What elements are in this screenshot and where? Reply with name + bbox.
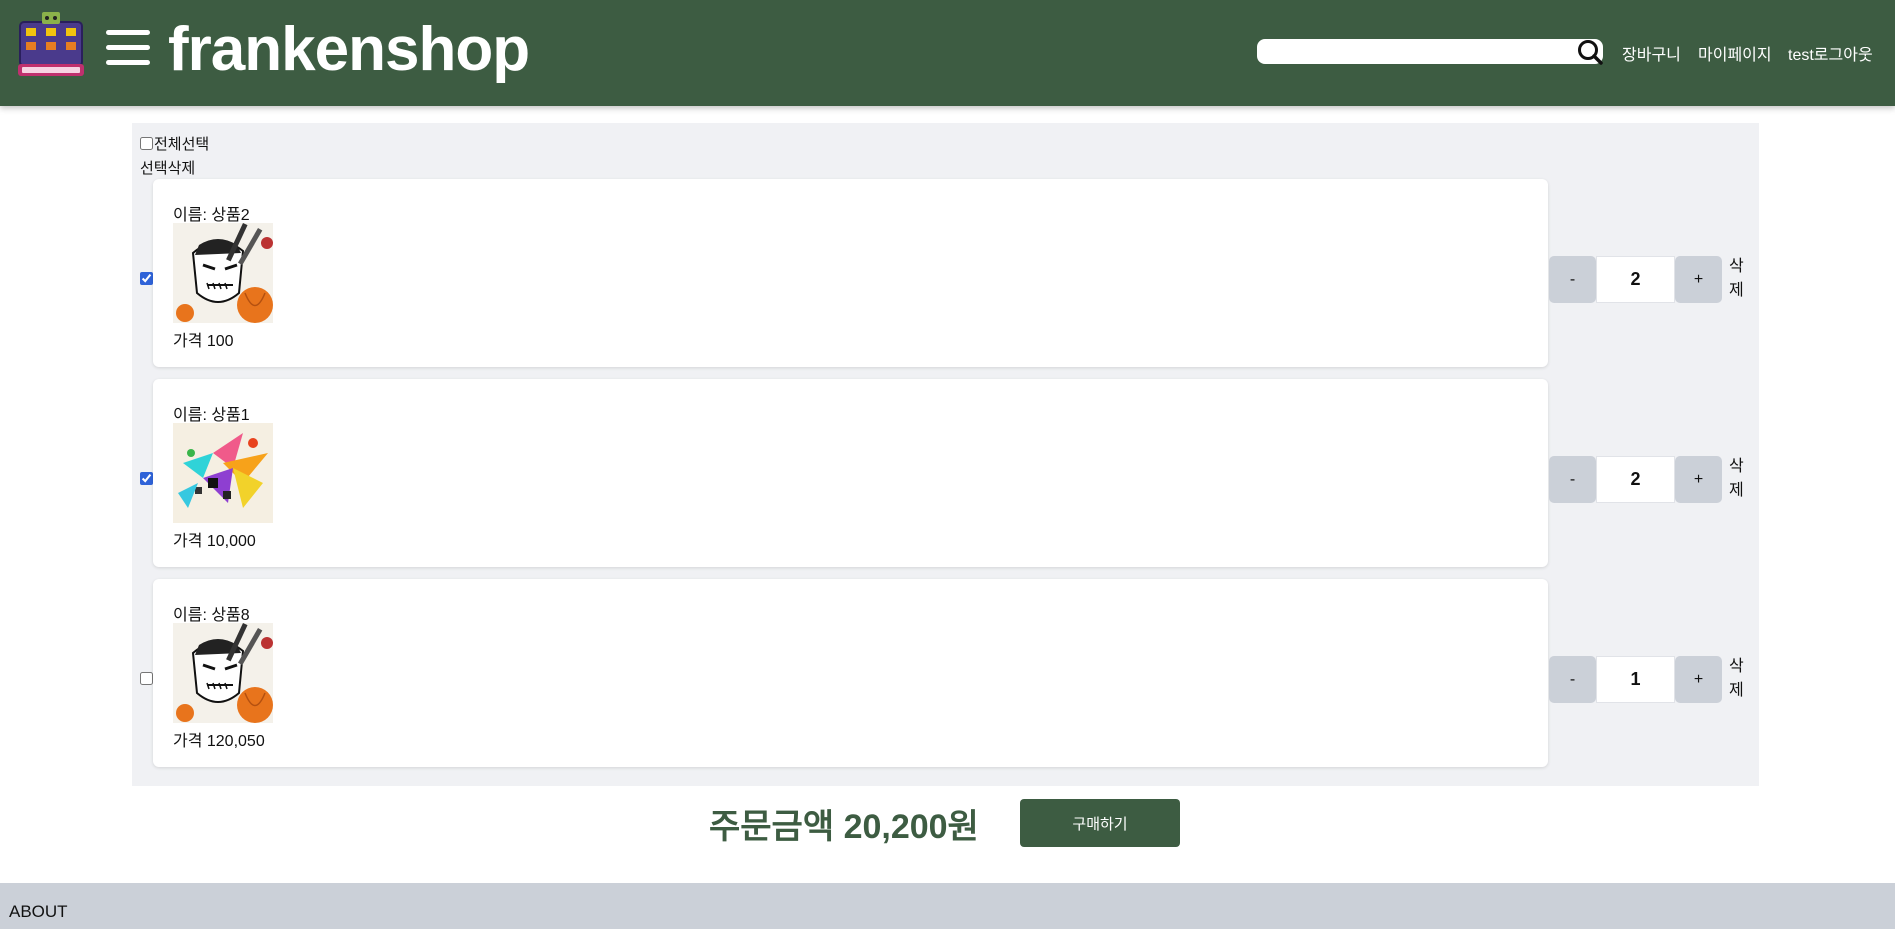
quantity-value[interactable]: 2 — [1596, 456, 1675, 503]
product-image — [173, 623, 273, 723]
footer-about-link[interactable]: ABOUT — [9, 902, 68, 922]
select-all-label: 전체선택 — [154, 136, 210, 153]
brand-title[interactable]: frankenshop — [168, 14, 530, 85]
cart-item-card: 이름: 상품1 가격 10,000 — [153, 379, 1548, 567]
quantity-increase-button[interactable]: + — [1675, 256, 1722, 303]
top-header: frankenshop 장바구니 마이페이지 test로그아웃 — [0, 0, 1895, 106]
footer: ABOUT — [0, 883, 1895, 929]
item-delete-button[interactable]: 삭제 — [1729, 655, 1747, 703]
quantity-decrease-button[interactable]: - — [1549, 256, 1596, 303]
nav-logout-link[interactable]: test로그아웃 — [1788, 41, 1873, 65]
select-all[interactable]: 전체선택 — [140, 133, 209, 154]
search-icon[interactable] — [1576, 38, 1604, 66]
item-price: 가격 120,050 — [173, 733, 265, 750]
select-all-checkbox[interactable] — [140, 137, 153, 150]
item-checkbox[interactable] — [140, 272, 153, 285]
item-name: 이름: 상품8 — [173, 607, 250, 624]
quantity-decrease-button[interactable]: - — [1549, 456, 1596, 503]
product-image — [173, 423, 273, 523]
quantity-decrease-button[interactable]: - — [1549, 656, 1596, 703]
item-delete-button[interactable]: 삭제 — [1729, 455, 1747, 503]
nav-cart-link[interactable]: 장바구니 — [1622, 41, 1681, 65]
product-image — [173, 223, 273, 323]
menu-hamburger-icon[interactable] — [106, 30, 150, 70]
quantity-value[interactable]: 1 — [1596, 656, 1675, 703]
quantity-value[interactable]: 2 — [1596, 256, 1675, 303]
item-name: 이름: 상품1 — [173, 407, 250, 424]
cart-item-card: 이름: 상품8 가격 120,050 — [153, 579, 1548, 767]
item-checkbox[interactable] — [140, 472, 153, 485]
search-input[interactable] — [1265, 41, 1565, 62]
item-checkbox[interactable] — [140, 672, 153, 685]
delete-selected-button[interactable]: 선택삭제 — [140, 157, 195, 178]
item-delete-button[interactable]: 삭제 — [1729, 255, 1747, 303]
item-price: 가격 10,000 — [173, 533, 256, 550]
quantity-increase-button[interactable]: + — [1675, 456, 1722, 503]
order-total: 주문금액 20,200원 — [709, 808, 979, 846]
item-price: 가격 100 — [173, 333, 234, 350]
frankenshop-logo[interactable] — [14, 10, 88, 78]
nav-mypage-link[interactable]: 마이페이지 — [1698, 41, 1772, 65]
purchase-button[interactable]: 구매하기 — [1020, 799, 1180, 847]
cart-item-card: 이름: 상품2 가격 100 — [153, 179, 1548, 367]
item-name: 이름: 상품2 — [173, 207, 250, 224]
quantity-increase-button[interactable]: + — [1675, 656, 1722, 703]
search-box — [1257, 39, 1603, 64]
